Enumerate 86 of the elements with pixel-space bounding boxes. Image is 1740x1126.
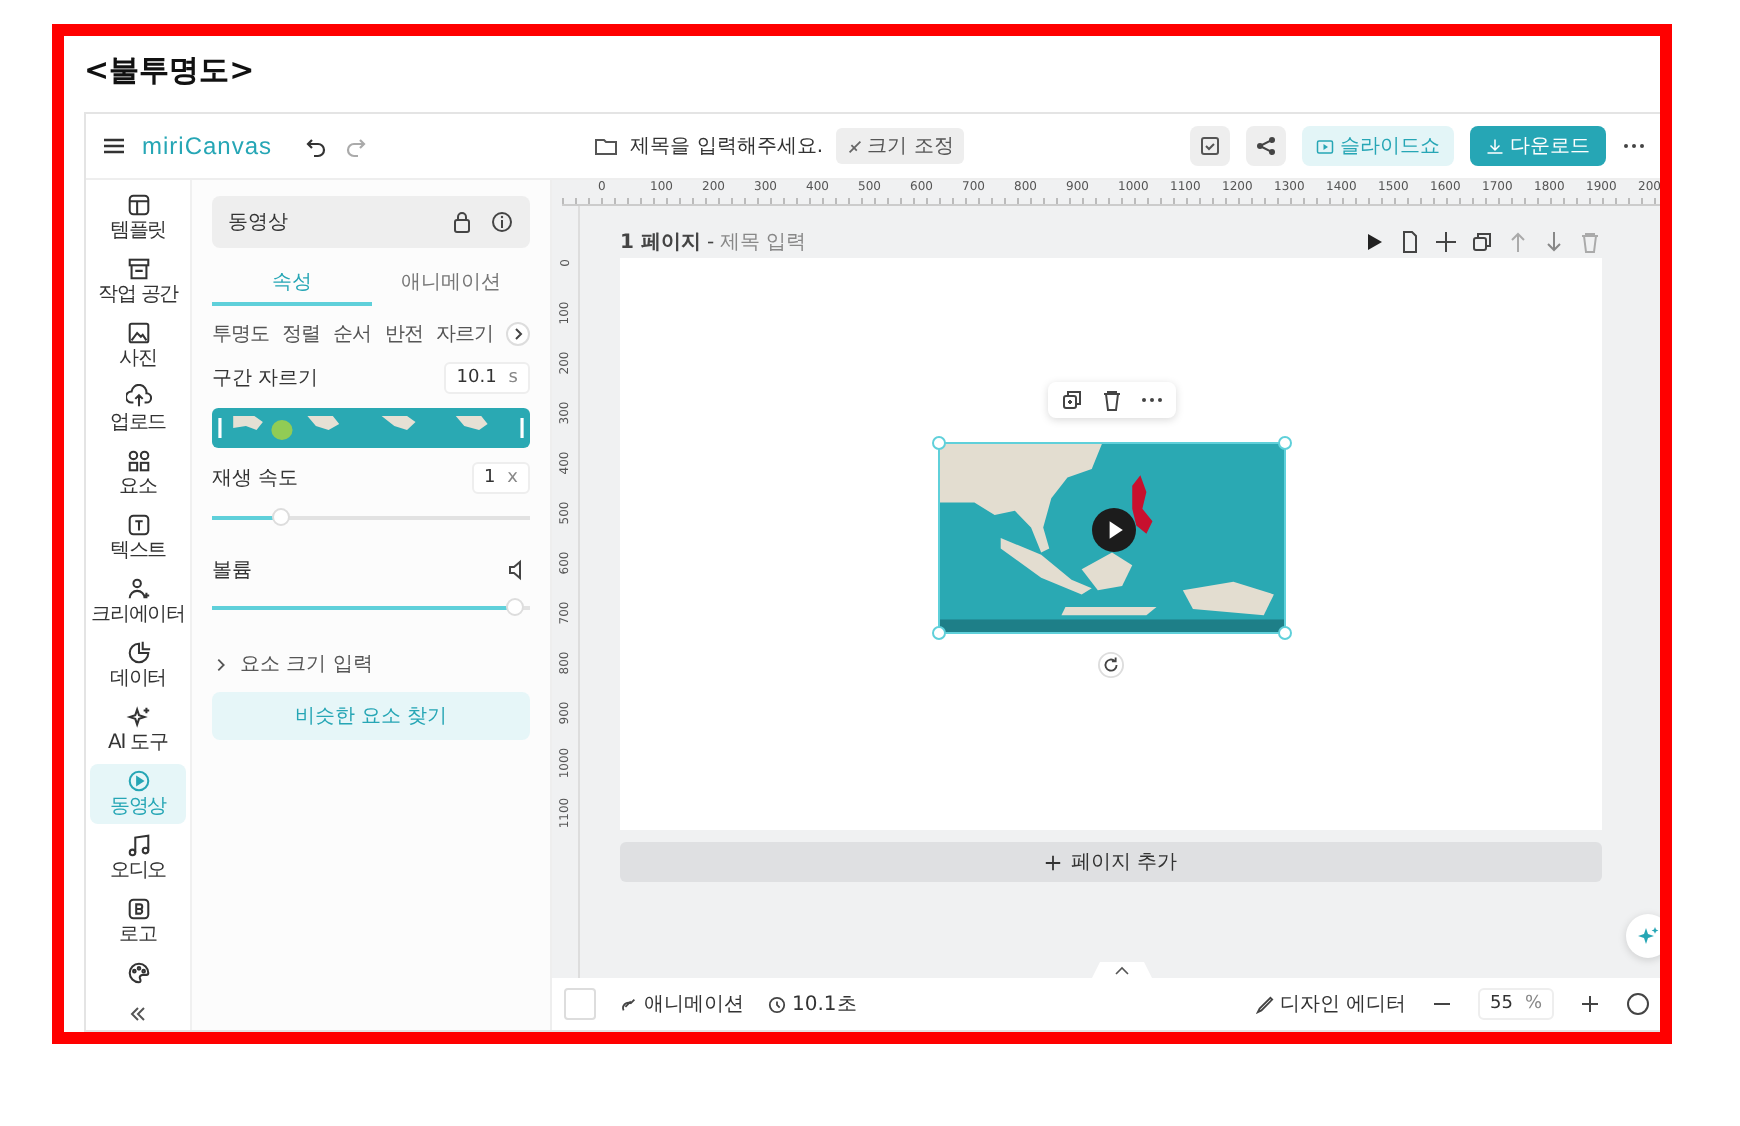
speed-label: 재생 속도 — [212, 466, 299, 492]
layout-icon — [125, 192, 151, 218]
pie-chart-icon — [125, 640, 151, 666]
panel-title: 동영상 — [228, 210, 290, 236]
page-label: 1 페이지 — [620, 230, 701, 256]
property-tab[interactable]: 반전 — [384, 320, 423, 348]
chevron-icon — [212, 655, 230, 673]
clock-icon — [768, 995, 786, 1013]
design-editor-button[interactable]: 디자인 에디터 — [1255, 990, 1406, 1018]
property-tab[interactable]: 투명도 — [212, 320, 269, 348]
sidebar-item[interactable]: 크리에이터 — [90, 572, 186, 632]
trash-icon[interactable] — [1099, 388, 1123, 412]
resize-handle[interactable] — [931, 626, 945, 640]
collapse-icon[interactable] — [126, 1002, 150, 1026]
menu-icon[interactable] — [102, 134, 126, 158]
arrow-down-icon[interactable] — [1542, 230, 1566, 254]
music-note-icon — [125, 832, 151, 858]
image-icon — [125, 320, 151, 346]
rotate-handle[interactable] — [1098, 652, 1124, 678]
sparkle-icon — [125, 704, 151, 730]
duplicate-icon[interactable] — [1059, 388, 1083, 412]
sidebar-item[interactable]: AI 도구 — [90, 700, 186, 760]
property-tab[interactable]: 자르기 — [435, 320, 493, 348]
share-button[interactable] — [1246, 126, 1286, 166]
plus-icon[interactable] — [1434, 230, 1458, 254]
archive-box-icon — [125, 256, 151, 282]
palette-icon — [125, 960, 151, 986]
play-circle-icon — [125, 768, 151, 794]
page-thumbnail[interactable] — [564, 988, 596, 1020]
size-input-label: 요소 크기 입력 — [240, 652, 373, 678]
duplicate-icon[interactable] — [1470, 230, 1494, 254]
ai-assistant-button[interactable] — [1626, 914, 1660, 958]
folder-icon[interactable] — [594, 134, 619, 158]
undo-icon[interactable] — [304, 134, 329, 158]
sidebar-item[interactable]: 로고 — [90, 892, 186, 952]
property-tab[interactable]: 정렬 — [282, 320, 321, 348]
separator: - — [706, 231, 715, 253]
expand-tab[interactable] — [1091, 962, 1151, 978]
share-icon — [1254, 134, 1278, 158]
plus-icon — [1044, 853, 1063, 871]
sidebar-item[interactable]: 요소 — [90, 444, 186, 504]
cloud-upload-icon — [125, 384, 151, 410]
title-field[interactable]: 제목을 입력해주세요. — [630, 132, 824, 160]
sidebar-item[interactable]: 텍스트 — [90, 508, 186, 568]
sidebar-item[interactable]: 작업 공간 — [90, 252, 186, 312]
property-tab[interactable]: 순서 — [333, 320, 372, 348]
duration-button[interactable]: 10.1초 — [768, 990, 857, 1018]
text-icon — [125, 512, 151, 538]
sidebar-item[interactable]: 오디오 — [90, 828, 186, 888]
heading: <불투명도> — [84, 52, 257, 92]
sidebar-item[interactable]: 사진 — [90, 316, 186, 376]
play-button[interactable] — [1091, 508, 1135, 552]
sidebar-item[interactable]: 데이터 — [90, 636, 186, 696]
slideshow-icon — [1316, 137, 1334, 155]
person-plus-icon — [125, 576, 151, 602]
pen-icon — [1255, 995, 1274, 1013]
sidebar-item[interactable]: 업로드 — [90, 380, 186, 440]
trim-duration-field[interactable]: 10.1 s — [444, 362, 530, 394]
size-input-toggle[interactable]: 요소 크기 입력 — [212, 650, 530, 678]
info-icon[interactable] — [490, 210, 514, 234]
play-icon[interactable] — [1362, 230, 1386, 254]
trim-label: 구간 자르기 — [212, 366, 319, 392]
slider-handle[interactable] — [272, 508, 291, 526]
resize-button[interactable]: 크기 조정 — [835, 128, 964, 164]
letter-b-icon — [125, 896, 151, 922]
lock-icon[interactable] — [450, 210, 474, 234]
animation-button[interactable]: 애니메이션 — [620, 990, 744, 1018]
panel-tab[interactable]: 애니메이션 — [371, 262, 530, 306]
save-button[interactable] — [1190, 126, 1230, 166]
chevron-right-icon[interactable] — [505, 322, 530, 346]
speed-field[interactable]: 1 x — [471, 462, 530, 494]
volume-label: 볼륨 — [212, 558, 252, 584]
download-icon — [1486, 137, 1504, 155]
save-icon — [1198, 134, 1222, 158]
resize-handle[interactable] — [1277, 436, 1291, 450]
sparkle-icon — [1636, 924, 1660, 948]
slider-handle[interactable] — [506, 598, 524, 616]
sidebar-item[interactable]: 템플릿 — [90, 188, 186, 248]
resize-handle[interactable] — [931, 436, 945, 450]
shapes-icon — [125, 448, 151, 474]
animation-icon — [620, 995, 638, 1013]
page-icon[interactable] — [1398, 230, 1422, 254]
zoom-in-icon[interactable] — [1578, 992, 1602, 1016]
zoom-field[interactable]: 55 % — [1477, 988, 1554, 1020]
add-page-button[interactable]: 페이지 추가 — [620, 842, 1602, 882]
resize-handle[interactable] — [1277, 626, 1291, 640]
